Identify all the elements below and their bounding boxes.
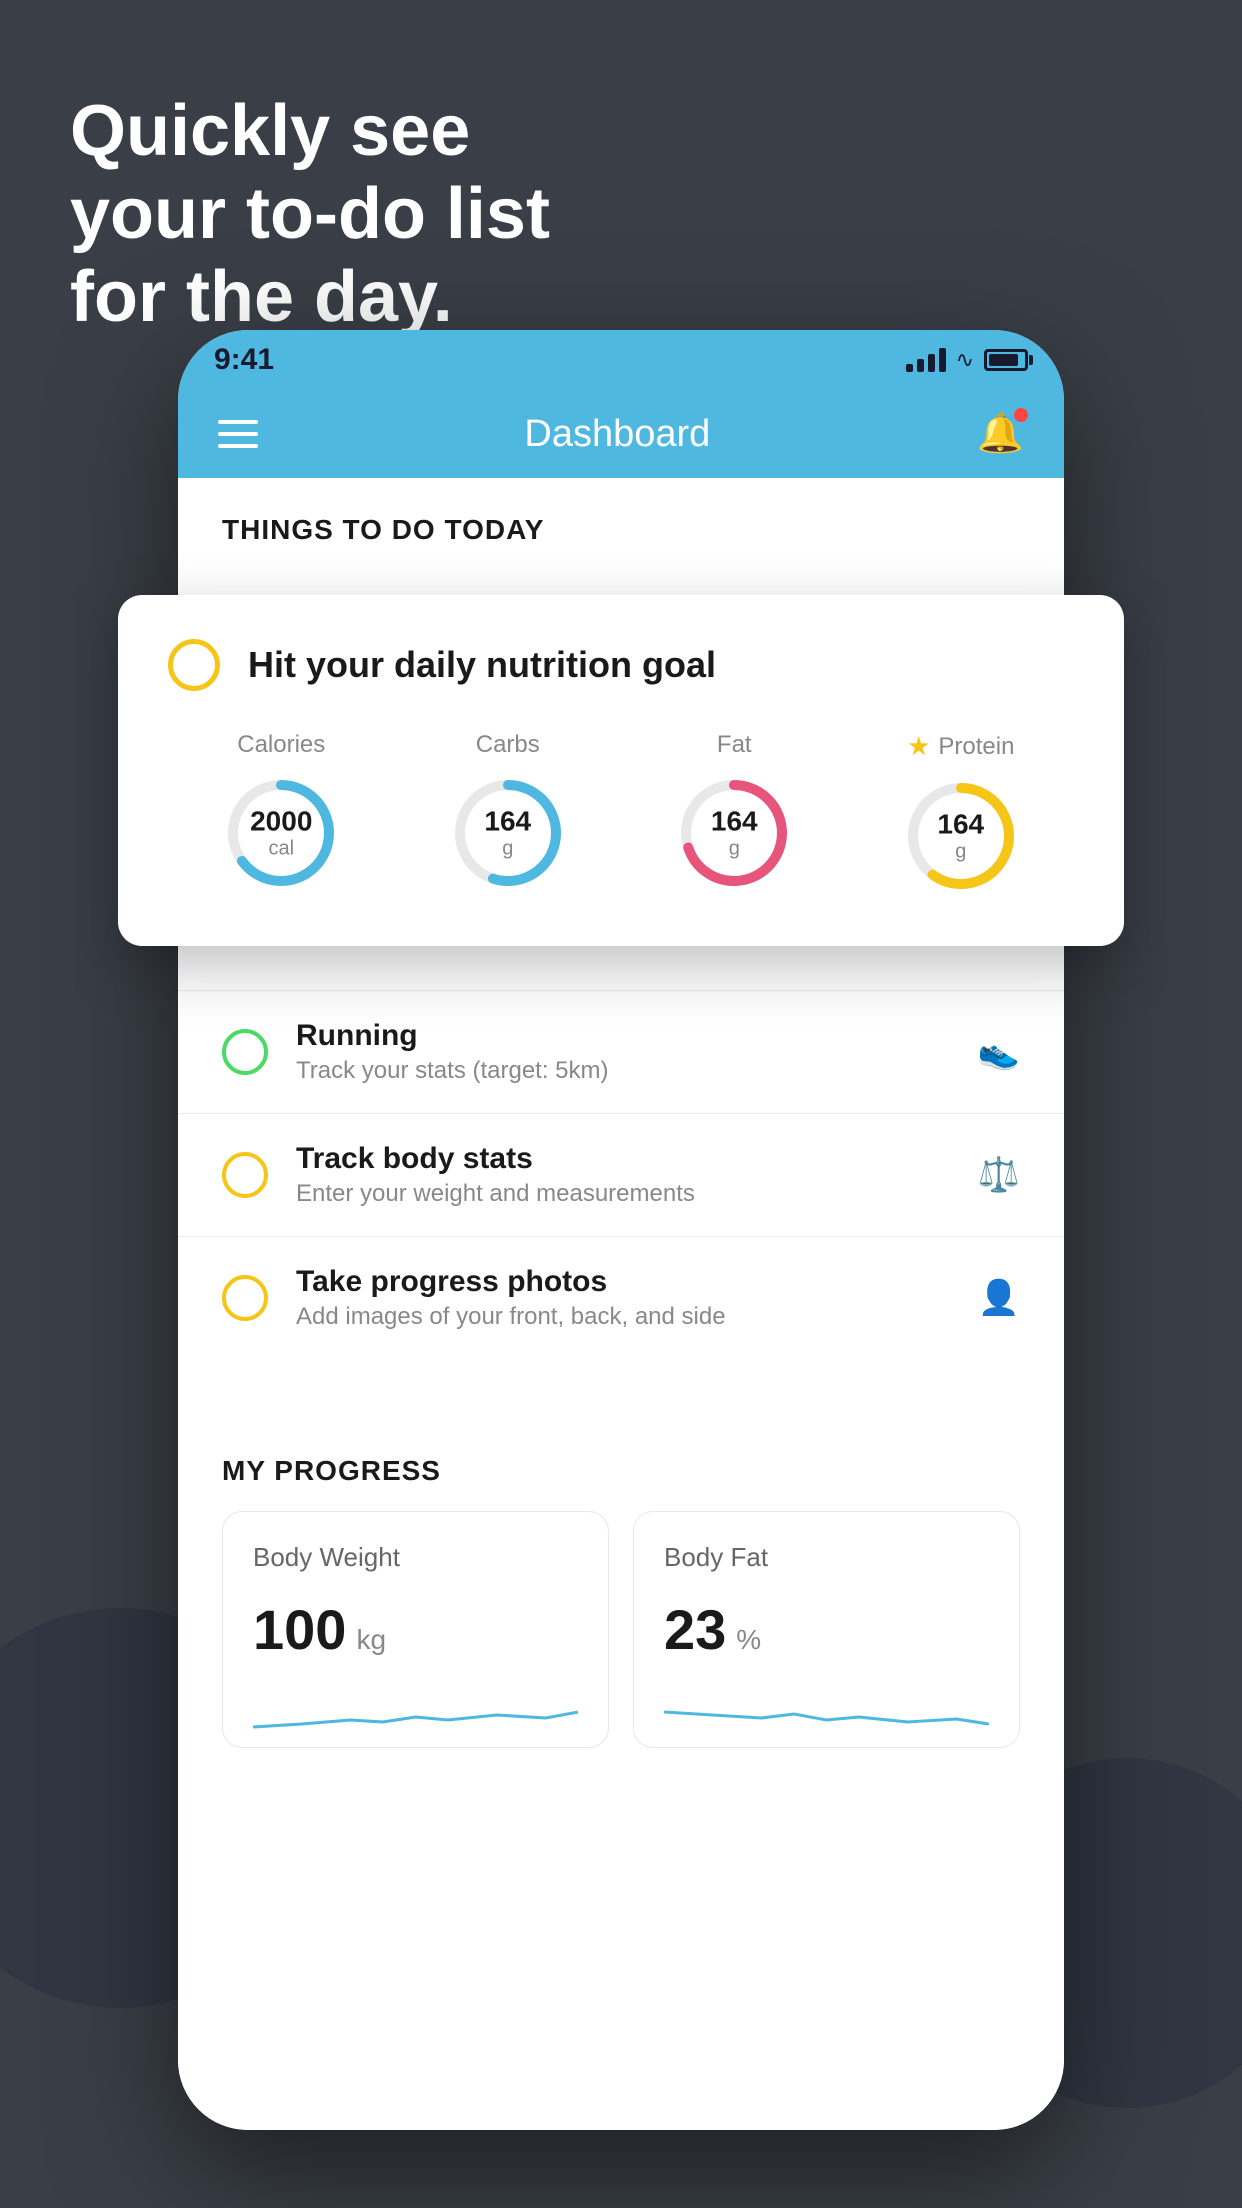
carbs-unit: g [484, 838, 531, 861]
fat-unit: g [711, 838, 758, 861]
star-icon: ★ [907, 731, 930, 762]
signal-icon [906, 348, 946, 372]
fat-value: 164 [711, 806, 758, 838]
person-icon: 👤 [978, 1278, 1020, 1318]
body-weight-title: Body Weight [253, 1542, 578, 1573]
todo-check-progress-photos[interactable] [222, 1275, 268, 1321]
body-weight-value: 100 [253, 1597, 346, 1662]
todo-title-running: Running [296, 1019, 950, 1053]
nav-title: Dashboard [524, 413, 710, 456]
carbs-donut: 164 g [448, 773, 568, 893]
fat-donut: 164 g [674, 773, 794, 893]
menu-button[interactable] [218, 420, 258, 448]
nutrition-protein: ★ Protein 164 g [901, 731, 1021, 896]
todo-subtitle-running: Track your stats (target: 5km) [296, 1057, 950, 1085]
body-fat-value: 23 [664, 1597, 726, 1662]
progress-card-body-weight[interactable]: Body Weight 100 kg [222, 1511, 609, 1748]
running-icon: 👟 [978, 1032, 1020, 1072]
progress-header: MY PROGRESS [178, 1419, 1064, 1511]
progress-section: MY PROGRESS Body Weight 100 kg Body Fat [178, 1419, 1064, 1792]
wifi-icon: ∿ [956, 347, 974, 373]
calories-value: 2000 [250, 806, 312, 838]
todo-item-progress-photos[interactable]: Take progress photos Add images of your … [178, 1236, 1064, 1359]
todo-check-body-stats[interactable] [222, 1152, 268, 1198]
nutrition-card: Hit your daily nutrition goal Calories 2… [118, 595, 1124, 946]
calories-label: Calories [237, 731, 325, 759]
nutrition-card-title: Hit your daily nutrition goal [248, 644, 716, 686]
todo-title-progress-photos: Take progress photos [296, 1265, 950, 1299]
nutrition-circles: Calories 2000 cal Carbs [168, 731, 1074, 896]
progress-card-body-fat[interactable]: Body Fat 23 % [633, 1511, 1020, 1748]
battery-icon [984, 349, 1028, 371]
body-fat-unit: % [736, 1624, 761, 1656]
body-weight-chart [253, 1682, 578, 1742]
status-time: 9:41 [214, 343, 274, 377]
body-fat-chart [664, 1682, 989, 1742]
protein-unit: g [937, 841, 984, 864]
status-icons: ∿ [906, 347, 1028, 373]
body-weight-unit: kg [356, 1624, 386, 1656]
nutrition-check-circle[interactable] [168, 639, 220, 691]
todo-check-running[interactable] [222, 1029, 268, 1075]
carbs-value: 164 [484, 806, 531, 838]
todo-title-body-stats: Track body stats [296, 1142, 950, 1176]
hero-text: Quickly see your to-do list for the day. [70, 90, 550, 338]
notification-button[interactable]: 🔔 [977, 412, 1024, 456]
status-bar: 9:41 ∿ [178, 330, 1064, 390]
things-to-do-header: THINGS TO DO TODAY [178, 478, 1064, 570]
todo-item-body-stats[interactable]: Track body stats Enter your weight and m… [178, 1113, 1064, 1236]
calories-unit: cal [250, 838, 312, 861]
protein-value: 164 [937, 809, 984, 841]
protein-donut: 164 g [901, 776, 1021, 896]
body-fat-title: Body Fat [664, 1542, 989, 1573]
todo-subtitle-body-stats: Enter your weight and measurements [296, 1180, 950, 1208]
notification-dot [1014, 408, 1028, 422]
nutrition-calories: Calories 2000 cal [221, 731, 341, 893]
todo-subtitle-progress-photos: Add images of your front, back, and side [296, 1303, 950, 1331]
todo-list: Running Track your stats (target: 5km) 👟… [178, 990, 1064, 1359]
nutrition-fat: Fat 164 g [674, 731, 794, 893]
calories-donut: 2000 cal [221, 773, 341, 893]
nav-bar: Dashboard 🔔 [178, 390, 1064, 478]
carbs-label: Carbs [476, 731, 540, 759]
protein-label-row: ★ Protein [907, 731, 1014, 762]
nutrition-carbs: Carbs 164 g [448, 731, 568, 893]
progress-cards: Body Weight 100 kg Body Fat 23 % [178, 1511, 1064, 1792]
todo-item-running[interactable]: Running Track your stats (target: 5km) 👟 [178, 990, 1064, 1113]
scale-icon: ⚖️ [978, 1155, 1020, 1195]
fat-label: Fat [717, 731, 752, 759]
